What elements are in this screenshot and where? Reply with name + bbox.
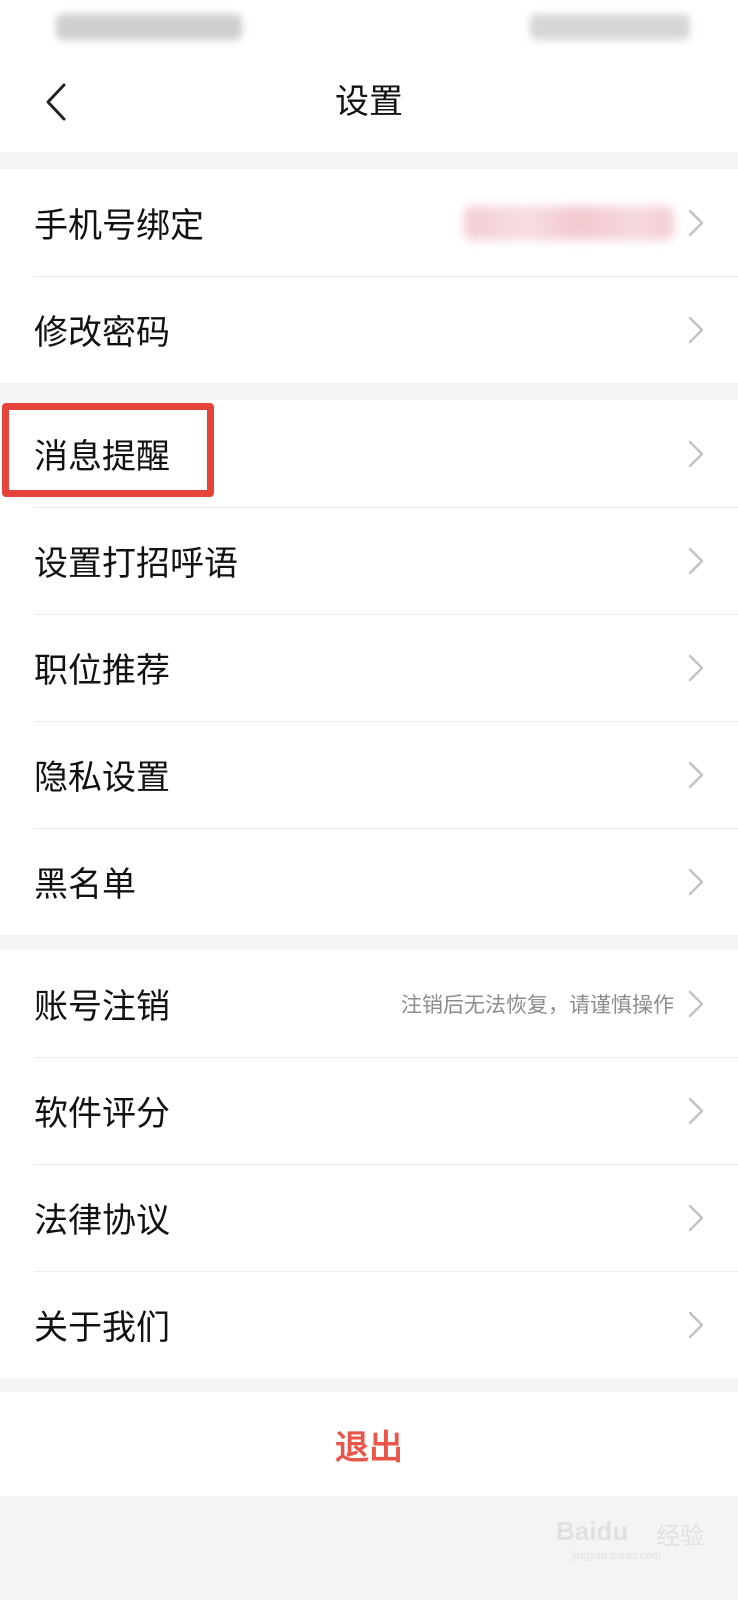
- chevron-right-icon: [688, 1311, 704, 1338]
- settings-group-messaging: 消息提醒 设置打招呼语 职位推荐 隐私设置 黑名单: [0, 400, 738, 935]
- chevron-right-icon: [688, 761, 704, 788]
- chevron-left-icon: [46, 83, 66, 121]
- watermark-cn: 经验: [656, 1522, 704, 1550]
- chevron-right-icon: [688, 990, 704, 1017]
- chevron-right-icon: [688, 1204, 704, 1231]
- row-label: 职位推荐: [34, 651, 170, 691]
- row-label: 消息提醒: [34, 437, 170, 477]
- row-label: 隐私设置: [34, 758, 170, 798]
- row-label: 账号注销: [34, 987, 170, 1027]
- settings-row-job-recommend[interactable]: 职位推荐: [0, 614, 738, 721]
- logout-label: 退出: [335, 1427, 403, 1468]
- row-label: 黑名单: [34, 865, 136, 905]
- status-bar: [0, 0, 738, 52]
- chevron-right-icon: [688, 440, 704, 467]
- row-label: 设置打招呼语: [34, 544, 238, 584]
- settings-row-phone-binding[interactable]: 手机号绑定: [0, 169, 738, 276]
- chevron-right-icon: [688, 1097, 704, 1124]
- page-title: 设置: [335, 82, 403, 122]
- settings-group-other: 账号注销 注销后无法恢复，请谨慎操作 软件评分 法律协议 关于我们: [0, 950, 738, 1378]
- settings-row-message-reminder[interactable]: 消息提醒: [0, 400, 738, 507]
- row-label: 手机号绑定: [34, 206, 204, 246]
- settings-row-greeting[interactable]: 设置打招呼语: [0, 507, 738, 614]
- settings-group-account: 手机号绑定 修改密码: [0, 169, 738, 383]
- row-label: 软件评分: [34, 1094, 170, 1134]
- settings-row-change-password[interactable]: 修改密码: [0, 276, 738, 383]
- chevron-right-icon: [688, 654, 704, 681]
- back-button[interactable]: [30, 74, 82, 130]
- watermark-sub: jingyan.baidu.com: [572, 1550, 661, 1562]
- settings-row-blacklist[interactable]: 黑名单: [0, 828, 738, 935]
- blurred-phone-number: [464, 205, 674, 240]
- row-label: 修改密码: [34, 313, 170, 353]
- settings-row-about[interactable]: 关于我们: [0, 1271, 738, 1378]
- chevron-right-icon: [688, 209, 704, 236]
- blurred-status-left: [56, 14, 242, 40]
- chevron-right-icon: [688, 868, 704, 895]
- settings-row-rating[interactable]: 软件评分: [0, 1057, 738, 1164]
- row-label: 法律协议: [34, 1201, 170, 1241]
- settings-row-privacy[interactable]: 隐私设置: [0, 721, 738, 828]
- chevron-right-icon: [688, 316, 704, 343]
- chevron-right-icon: [688, 547, 704, 574]
- nav-bar: 设置: [0, 52, 738, 152]
- logout-button[interactable]: 退出: [0, 1392, 738, 1496]
- blurred-status-right: [530, 14, 690, 40]
- settings-row-legal[interactable]: 法律协议: [0, 1164, 738, 1271]
- watermark-text: Baidu: [556, 1516, 629, 1546]
- row-label: 关于我们: [34, 1308, 170, 1348]
- baidu-jingyan-watermark: Baidu 经验 jingyan.baidu.com: [556, 1496, 726, 1566]
- settings-row-account-deletion[interactable]: 账号注销 注销后无法恢复，请谨慎操作: [0, 950, 738, 1057]
- row-hint: 注销后无法恢复，请谨慎操作: [401, 992, 674, 1017]
